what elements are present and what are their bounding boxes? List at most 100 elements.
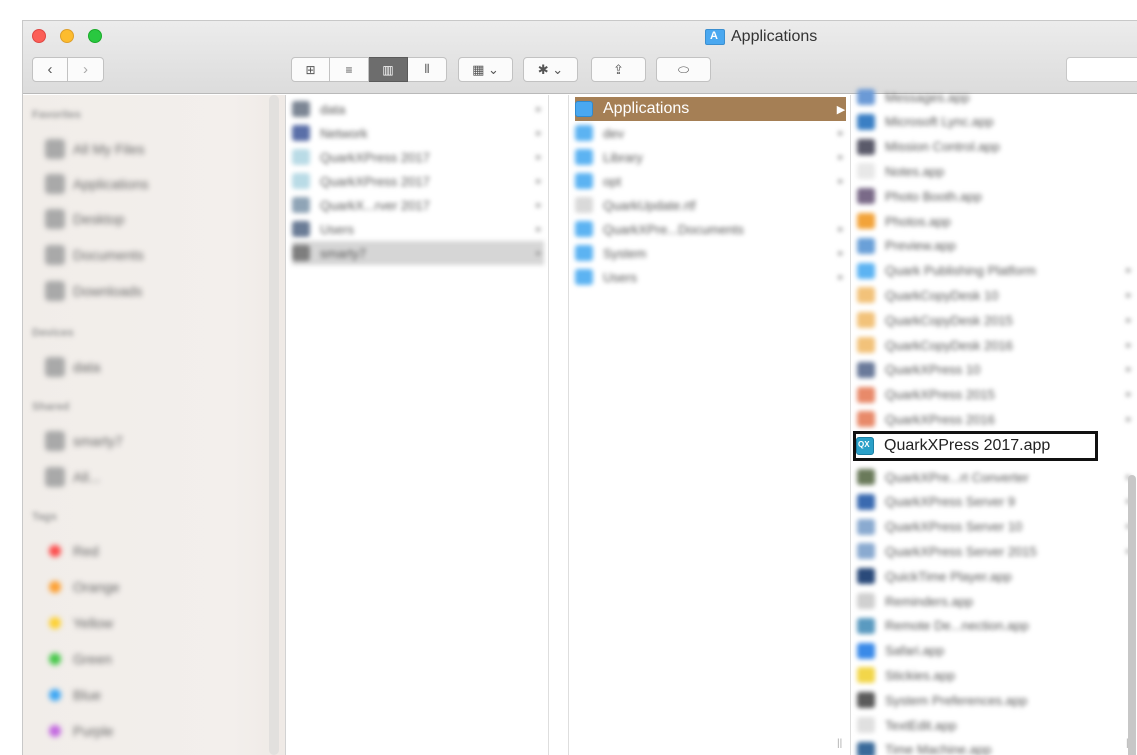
app-icon [857,312,875,329]
list-item[interactable]: QuarkXPress Server 9▸ [857,490,1134,514]
item-label: Mission Control.app [885,139,1000,155]
list-item[interactable]: QuarkXPre...rt Converter▸ [857,465,1134,489]
list-item[interactable]: QuarkXPress 2015 ▸ [857,383,1134,407]
list-item[interactable]: Users ▸ [292,217,544,241]
cover-flow-view-button[interactable]: ⫴ [408,57,447,82]
item-label: Quark Publishing Platform [885,263,1037,279]
column-view-button[interactable]: ▥ [369,57,408,82]
list-item[interactable]: data ▸ [292,97,544,121]
list-item[interactable]: Messages.app [857,85,1134,109]
sidebar-item-smarty7[interactable]: smarty7 [45,427,123,455]
column-resize-handle[interactable]: | [1126,738,1129,749]
list-item[interactable]: Reminders.app [857,589,1134,613]
arrange-button[interactable]: ▦ ⌄ [458,57,513,82]
sidebar-tag-red[interactable]: Red [45,537,99,565]
list-item[interactable]: System ▸ [575,241,846,265]
list-item[interactable]: Preview.app [857,234,1134,258]
list-item[interactable]: QuarkXPre...Documents ▸ [575,217,846,241]
disclosure-arrow-icon: ▸ [1126,339,1132,351]
sidebar-item-all-my-files[interactable]: All My Files [45,135,145,163]
column-scrollbar[interactable] [1128,475,1136,755]
list-item[interactable]: System Preferences.app [857,688,1134,712]
sidebar-heading-devices: Devices [32,327,74,339]
disclosure-arrow-icon: ▸ [838,151,844,163]
list-item[interactable]: QuarkCopyDesk 10 ▸ [857,283,1134,307]
item-label: dev [603,125,624,141]
sidebar-item-label: All My Files [73,141,145,157]
list-item-quarkxpress-2017[interactable]: QuarkXPress 2017.app [853,431,1098,461]
action-gear-button[interactable]: ✱ ⌄ [523,57,578,82]
list-item[interactable]: QuickTime Player.app [857,564,1134,588]
list-view-button[interactable]: ≡ [330,57,369,82]
list-item[interactable]: Safari.app [857,639,1134,663]
list-item[interactable]: TextEdit.app [857,713,1134,737]
search-input[interactable] [1066,57,1137,82]
list-item[interactable]: QuarkXPress 2017 ▸ [292,145,544,169]
list-item[interactable]: Time Machine.app [857,738,1134,755]
document-icon [575,197,593,213]
sidebar-item-label: Applications [73,176,149,192]
item-label: opt [603,173,622,189]
item-label: Remote De...nection.app [885,618,1029,634]
icon-view-button[interactable]: ⊞ [291,57,330,82]
item-label: data [320,101,346,117]
disclosure-arrow-icon: ▸ [536,199,542,211]
column-resize-handle[interactable]: || [837,738,842,749]
sidebar-tag-green[interactable]: Green [45,645,112,673]
app-icon [857,469,875,485]
sidebar-item-documents[interactable]: Documents [45,241,144,269]
sidebar-scrollbar[interactable] [269,95,279,755]
sidebar-tag-orange[interactable]: Orange [45,573,120,601]
sidebar-item-all-shared[interactable]: All... [45,463,100,491]
list-item[interactable]: smarty7 ▸ [292,241,544,265]
list-item[interactable]: QuarkXPress 10 ▸ [857,358,1134,382]
list-item[interactable]: dev ▸ [575,121,846,145]
disclosure-arrow-icon: ▸ [1126,265,1132,277]
list-item[interactable]: QuarkXPress Server 2015▸ [857,539,1134,563]
list-item-applications[interactable]: Applications ▶ [575,97,846,121]
app-icon [857,213,875,229]
list-item[interactable]: Mission Control.app [857,135,1134,159]
edit-tags-button[interactable]: ⬭ [656,57,711,82]
item-label: Users [320,221,354,237]
list-item[interactable]: Network ▸ [292,121,544,145]
item-label: TextEdit.app [885,717,957,733]
share-button[interactable]: ⇪ [591,57,646,82]
sidebar-heading-tags: Tags [32,511,57,523]
list-item[interactable]: QuarkX...rver 2017 ▸ [292,193,544,217]
list-item[interactable]: Library ▸ [575,145,846,169]
close-window-button[interactable] [32,29,46,43]
sidebar-item-downloads[interactable]: Downloads [45,277,142,305]
zoom-window-button[interactable] [88,29,102,43]
sidebar-tag-yellow[interactable]: Yellow [45,609,113,637]
forward-button[interactable]: › [68,57,104,82]
navigation-buttons: ‹ › [32,57,104,82]
list-item[interactable]: Quark Publishing Platform ▸ [857,259,1134,283]
list-item[interactable]: QuarkCopyDesk 2015 ▸ [857,308,1134,332]
list-item[interactable]: QuarkUpdate.rtf [575,193,846,217]
list-item[interactable]: Remote De...nection.app [857,614,1134,638]
list-item[interactable]: Stickies.app [857,663,1134,687]
list-item[interactable]: Microsoft Lync.app [857,110,1134,134]
minimize-window-button[interactable] [60,29,74,43]
sidebar-tag-purple[interactable]: Purple [45,717,113,745]
list-item[interactable]: Photo Booth.app [857,184,1134,208]
list-item[interactable]: QuarkCopyDesk 2016 ▸ [857,333,1134,357]
sidebar-item-desktop[interactable]: Desktop [45,205,124,233]
sidebar-item-applications[interactable]: Applications [45,170,149,198]
list-item[interactable]: QuarkXPress 2016 ▸ [857,407,1134,431]
sidebar-tag-blue[interactable]: Blue [45,681,101,709]
list-item[interactable]: QuarkXPress Server 10▸ [857,515,1134,539]
back-button[interactable]: ‹ [32,57,68,82]
list-item[interactable]: Users ▸ [575,265,846,289]
applications-folder-icon [705,29,725,45]
app-icon [857,89,875,105]
disclosure-arrow-icon: ▸ [838,247,844,259]
list-item[interactable]: Notes.app [857,159,1134,183]
app-icon [857,667,875,684]
sidebar-item-data[interactable]: data [45,353,100,381]
list-item[interactable]: opt ▸ [575,169,846,193]
list-item[interactable]: Photos.app [857,209,1134,233]
app-icon [857,593,875,609]
list-item[interactable]: QuarkXPress 2017 ▸ [292,169,544,193]
